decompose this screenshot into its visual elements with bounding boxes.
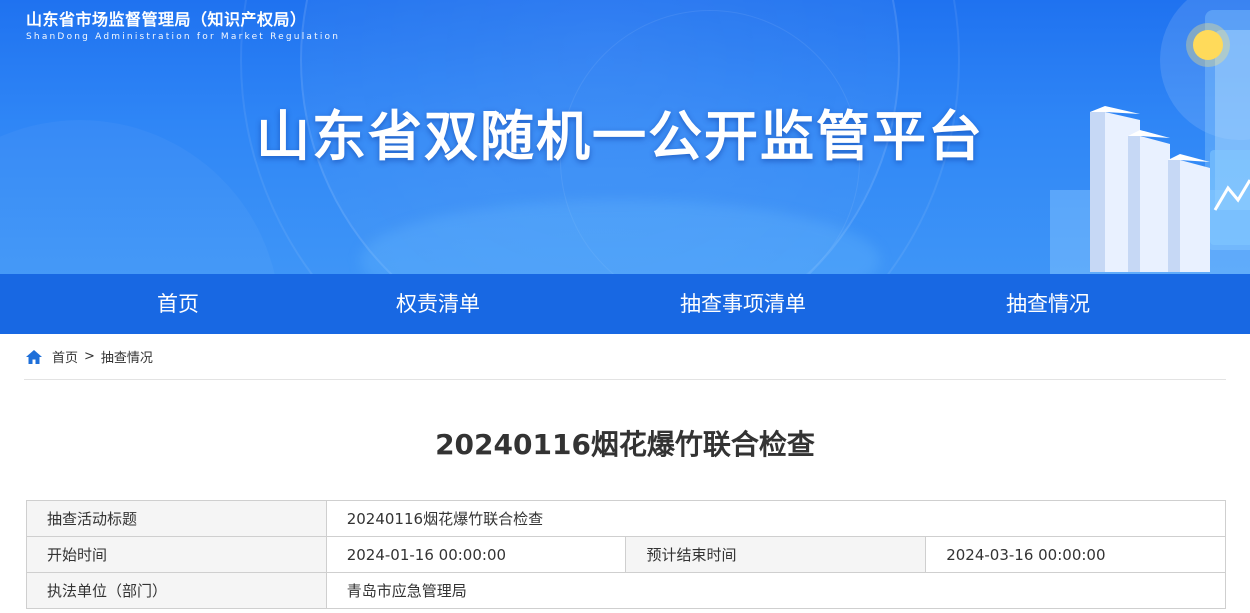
table-row: 抽查活动标题 20240116烟花爆竹联合检查	[26, 500, 1227, 537]
enforcement-unit-label: 执法单位（部门）	[26, 572, 327, 609]
main-nav: 首页 权责清单 抽查事项清单 抽查情况	[0, 274, 1250, 334]
activity-title-label: 抽查活动标题	[26, 500, 327, 537]
header-banner: 山东省市场监督管理局（知识产权局） ShanDong Administratio…	[0, 0, 1250, 274]
breadcrumb-separator: >	[84, 349, 95, 364]
org-name-en: ShanDong Administration for Market Regul…	[26, 32, 341, 42]
enforcement-unit-value: 青岛市应急管理局	[325, 572, 1227, 609]
end-time-label: 预计结束时间	[625, 536, 927, 573]
activity-title-value: 20240116烟花爆竹联合检查	[325, 500, 1227, 537]
start-time-value: 2024-01-16 00:00:00	[325, 536, 627, 573]
table-row: 执法单位（部门） 青岛市应急管理局	[26, 572, 1227, 609]
inspection-detail-table: 抽查活动标题 20240116烟花爆竹联合检查 开始时间 2024-01-16 …	[26, 500, 1227, 609]
breadcrumb: 首页 > 抽查情况	[24, 334, 1226, 380]
decor-chart-illustration	[1050, 0, 1250, 274]
page-title: 20240116烟花爆竹联合检查	[435, 428, 815, 461]
breadcrumb-current: 抽查情况	[100, 351, 153, 366]
org-logo[interactable]: 山东省市场监督管理局（知识产权局） ShanDong Administratio…	[26, 6, 340, 42]
end-time-value: 2024-03-16 00:00:00	[925, 536, 1226, 573]
table-row: 开始时间 2024-01-16 00:00:00 预计结束时间 2024-03-…	[26, 536, 1226, 573]
home-icon[interactable]	[26, 349, 42, 364]
nav-item-inspection-items[interactable]: 抽查事项清单	[520, 274, 966, 334]
nav-item-inspection-status[interactable]: 抽查情况	[966, 274, 1130, 334]
org-name: 山东省市场监督管理局（知识产权局）	[26, 10, 307, 29]
breadcrumb-home-link[interactable]: 首页	[52, 347, 78, 366]
start-time-label: 开始时间	[26, 536, 327, 573]
nav-item-responsibility-list[interactable]: 权责清单	[356, 274, 520, 334]
nav-item-home[interactable]: 首页	[0, 274, 356, 334]
